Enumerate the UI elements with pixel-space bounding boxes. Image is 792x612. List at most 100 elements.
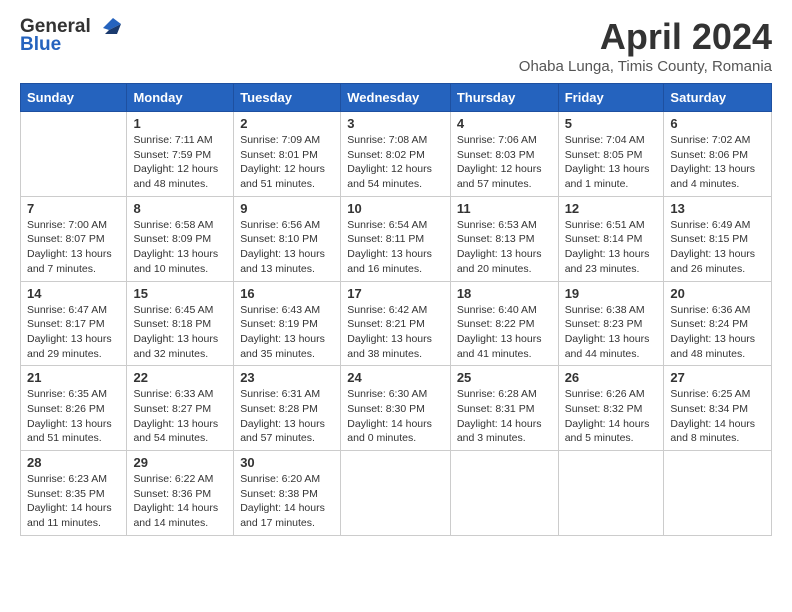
day-number: 15 bbox=[133, 286, 227, 301]
day-number: 14 bbox=[27, 286, 120, 301]
calendar-cell: 8 Sunrise: 6:58 AMSunset: 8:09 PMDaylight… bbox=[127, 196, 234, 281]
day-info: Sunrise: 7:00 AMSunset: 8:07 PMDaylight:… bbox=[27, 218, 120, 277]
day-number: 8 bbox=[133, 201, 227, 216]
day-number: 28 bbox=[27, 455, 120, 470]
day-number: 12 bbox=[565, 201, 658, 216]
calendar-cell: 27 Sunrise: 6:25 AMSunset: 8:34 PMDayligh… bbox=[664, 366, 772, 451]
day-number: 23 bbox=[240, 370, 334, 385]
calendar-cell: 22Sunrise: 6:33 AMSunset: 8:27 PMDayligh… bbox=[127, 366, 234, 451]
calendar-cell: 24 Sunrise: 6:30 AMSunset: 8:30 PMDayligh… bbox=[341, 366, 451, 451]
logo-bird-icon bbox=[95, 16, 121, 38]
day-number: 16 bbox=[240, 286, 334, 301]
day-info: Sunrise: 6:28 AMSunset: 8:31 PMDaylight:… bbox=[457, 387, 552, 446]
day-info: Sunrise: 6:51 AMSunset: 8:14 PMDaylight:… bbox=[565, 218, 658, 277]
calendar-cell: 11 Sunrise: 6:53 AMSunset: 8:13 PMDayligh… bbox=[450, 196, 558, 281]
day-info: Sunrise: 6:47 AMSunset: 8:17 PMDaylight:… bbox=[27, 303, 120, 362]
calendar-cell: 6 Sunrise: 7:02 AMSunset: 8:06 PMDaylight… bbox=[664, 112, 772, 197]
day-number: 22 bbox=[133, 370, 227, 385]
day-info: Sunrise: 6:38 AMSunset: 8:23 PMDaylight:… bbox=[565, 303, 658, 362]
day-number: 18 bbox=[457, 286, 552, 301]
day-info: Sunrise: 6:30 AMSunset: 8:30 PMDaylight:… bbox=[347, 387, 444, 446]
day-info: Sunrise: 6:20 AMSunset: 8:38 PMDaylight:… bbox=[240, 472, 334, 531]
calendar-cell: 1 Sunrise: 7:11 AMSunset: 7:59 PMDaylight… bbox=[127, 112, 234, 197]
calendar-cell bbox=[664, 451, 772, 536]
day-info: Sunrise: 6:36 AMSunset: 8:24 PMDaylight:… bbox=[670, 303, 765, 362]
day-number: 29 bbox=[133, 455, 227, 470]
day-number: 2 bbox=[240, 116, 334, 131]
day-info: Sunrise: 6:53 AMSunset: 8:13 PMDaylight:… bbox=[457, 218, 552, 277]
day-number: 5 bbox=[565, 116, 658, 131]
calendar-cell bbox=[450, 451, 558, 536]
weekday-header-monday: Monday bbox=[127, 84, 234, 112]
weekday-header-saturday: Saturday bbox=[664, 84, 772, 112]
weekday-header-thursday: Thursday bbox=[450, 84, 558, 112]
day-info: Sunrise: 6:31 AMSunset: 8:28 PMDaylight:… bbox=[240, 387, 334, 446]
day-number: 24 bbox=[347, 370, 444, 385]
calendar-cell: 18 Sunrise: 6:40 AMSunset: 8:22 PMDayligh… bbox=[450, 281, 558, 366]
calendar-cell: 19 Sunrise: 6:38 AMSunset: 8:23 PMDayligh… bbox=[558, 281, 664, 366]
day-info: Sunrise: 7:11 AMSunset: 7:59 PMDaylight:… bbox=[133, 133, 227, 192]
day-number: 9 bbox=[240, 201, 334, 216]
calendar-cell: 4 Sunrise: 7:06 AMSunset: 8:03 PMDaylight… bbox=[450, 112, 558, 197]
day-info: Sunrise: 6:23 AMSunset: 8:35 PMDaylight:… bbox=[27, 472, 120, 531]
month-title: April 2024 bbox=[519, 16, 772, 58]
day-info: Sunrise: 6:42 AMSunset: 8:21 PMDaylight:… bbox=[347, 303, 444, 362]
day-number: 27 bbox=[670, 370, 765, 385]
calendar-cell: 16 Sunrise: 6:43 AMSunset: 8:19 PMDayligh… bbox=[234, 281, 341, 366]
weekday-header-sunday: Sunday bbox=[21, 84, 127, 112]
calendar-cell: 30Sunrise: 6:20 AMSunset: 8:38 PMDayligh… bbox=[234, 451, 341, 536]
calendar-week-5: 28 Sunrise: 6:23 AMSunset: 8:35 PMDayligh… bbox=[21, 451, 772, 536]
weekday-header-tuesday: Tuesday bbox=[234, 84, 341, 112]
weekday-header-friday: Friday bbox=[558, 84, 664, 112]
day-number: 7 bbox=[27, 201, 120, 216]
calendar-cell: 7 Sunrise: 7:00 AMSunset: 8:07 PMDaylight… bbox=[21, 196, 127, 281]
calendar-cell: 26 Sunrise: 6:26 AMSunset: 8:32 PMDayligh… bbox=[558, 366, 664, 451]
calendar-cell: 12 Sunrise: 6:51 AMSunset: 8:14 PMDayligh… bbox=[558, 196, 664, 281]
calendar-cell: 13Sunrise: 6:49 AMSunset: 8:15 PMDayligh… bbox=[664, 196, 772, 281]
day-info: Sunrise: 6:22 AMSunset: 8:36 PMDaylight:… bbox=[133, 472, 227, 531]
day-info: Sunrise: 7:08 AMSunset: 8:02 PMDaylight:… bbox=[347, 133, 444, 192]
calendar-cell: 14 Sunrise: 6:47 AMSunset: 8:17 PMDayligh… bbox=[21, 281, 127, 366]
logo-blue-text: Blue bbox=[20, 34, 61, 56]
weekday-header-wednesday: Wednesday bbox=[341, 84, 451, 112]
calendar-cell: 21 Sunrise: 6:35 AMSunset: 8:26 PMDayligh… bbox=[21, 366, 127, 451]
calendar-cell: 3 Sunrise: 7:08 AMSunset: 8:02 PMDaylight… bbox=[341, 112, 451, 197]
day-info: Sunrise: 7:09 AMSunset: 8:01 PMDaylight:… bbox=[240, 133, 334, 192]
day-info: Sunrise: 7:02 AMSunset: 8:06 PMDaylight:… bbox=[670, 133, 765, 192]
calendar-table: SundayMondayTuesdayWednesdayThursdayFrid… bbox=[20, 83, 772, 536]
day-number: 11 bbox=[457, 201, 552, 216]
calendar-cell: 28 Sunrise: 6:23 AMSunset: 8:35 PMDayligh… bbox=[21, 451, 127, 536]
day-info: Sunrise: 6:40 AMSunset: 8:22 PMDaylight:… bbox=[457, 303, 552, 362]
calendar-cell: 5 Sunrise: 7:04 AMSunset: 8:05 PMDaylight… bbox=[558, 112, 664, 197]
day-number: 25 bbox=[457, 370, 552, 385]
calendar-cell: 25 Sunrise: 6:28 AMSunset: 8:31 PMDayligh… bbox=[450, 366, 558, 451]
day-info: Sunrise: 7:06 AMSunset: 8:03 PMDaylight:… bbox=[457, 133, 552, 192]
calendar-week-3: 14 Sunrise: 6:47 AMSunset: 8:17 PMDayligh… bbox=[21, 281, 772, 366]
calendar-cell: 29 Sunrise: 6:22 AMSunset: 8:36 PMDayligh… bbox=[127, 451, 234, 536]
day-info: Sunrise: 6:58 AMSunset: 8:09 PMDaylight:… bbox=[133, 218, 227, 277]
day-number: 10 bbox=[347, 201, 444, 216]
title-block: April 2024 Ohaba Lunga, Timis County, Ro… bbox=[519, 16, 772, 75]
logo: General Blue bbox=[20, 16, 121, 56]
day-number: 21 bbox=[27, 370, 120, 385]
day-info: Sunrise: 7:04 AMSunset: 8:05 PMDaylight:… bbox=[565, 133, 658, 192]
day-info: Sunrise: 6:43 AMSunset: 8:19 PMDaylight:… bbox=[240, 303, 334, 362]
calendar-cell: 20Sunrise: 6:36 AMSunset: 8:24 PMDayligh… bbox=[664, 281, 772, 366]
day-number: 1 bbox=[133, 116, 227, 131]
day-info: Sunrise: 6:25 AMSunset: 8:34 PMDaylight:… bbox=[670, 387, 765, 446]
day-info: Sunrise: 6:35 AMSunset: 8:26 PMDaylight:… bbox=[27, 387, 120, 446]
day-number: 6 bbox=[670, 116, 765, 131]
day-number: 17 bbox=[347, 286, 444, 301]
calendar-cell: 15Sunrise: 6:45 AMSunset: 8:18 PMDayligh… bbox=[127, 281, 234, 366]
calendar-cell: 10Sunrise: 6:54 AMSunset: 8:11 PMDayligh… bbox=[341, 196, 451, 281]
calendar-cell: 23 Sunrise: 6:31 AMSunset: 8:28 PMDayligh… bbox=[234, 366, 341, 451]
day-number: 4 bbox=[457, 116, 552, 131]
day-number: 26 bbox=[565, 370, 658, 385]
day-info: Sunrise: 6:26 AMSunset: 8:32 PMDaylight:… bbox=[565, 387, 658, 446]
day-number: 3 bbox=[347, 116, 444, 131]
calendar-cell bbox=[558, 451, 664, 536]
page-header: General Blue April 2024 Ohaba Lunga, Tim… bbox=[20, 16, 772, 75]
calendar-cell: 17 Sunrise: 6:42 AMSunset: 8:21 PMDayligh… bbox=[341, 281, 451, 366]
day-number: 19 bbox=[565, 286, 658, 301]
calendar-week-1: 1 Sunrise: 7:11 AMSunset: 7:59 PMDaylight… bbox=[21, 112, 772, 197]
